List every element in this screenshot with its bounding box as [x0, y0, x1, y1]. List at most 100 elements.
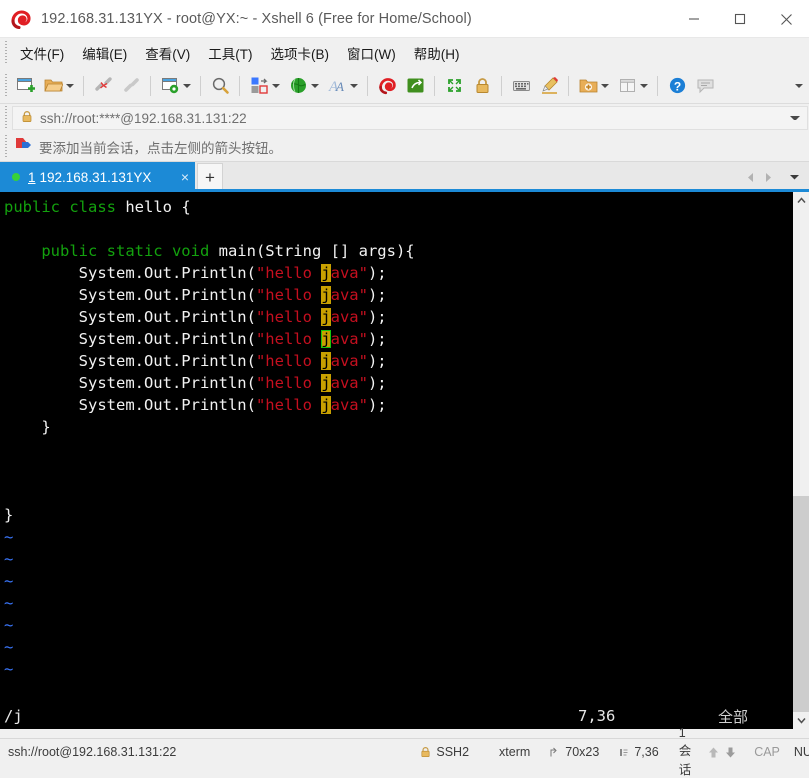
- terminal-text: public class: [4, 198, 126, 216]
- address-drag-grip[interactable]: [2, 106, 11, 130]
- lock-button[interactable]: [468, 73, 496, 99]
- toolbar-overflow-icon[interactable]: [793, 76, 805, 96]
- disconnect-button[interactable]: [89, 73, 117, 99]
- terminal-text: ~: [4, 660, 14, 678]
- find-button[interactable]: [206, 73, 234, 99]
- terminal-text: ava": [330, 286, 368, 304]
- status-caps-lock: CAP: [754, 745, 780, 759]
- scrollbar-thumb[interactable]: [793, 495, 809, 712]
- status-num-lock: NUM: [793, 745, 809, 759]
- status-sessions: 1 会话: [678, 726, 692, 777]
- help-button[interactable]: ?: [663, 73, 691, 99]
- comment-button[interactable]: [691, 73, 719, 99]
- lock-icon: [471, 75, 493, 97]
- address-input[interactable]: ssh://root:****@192.168.31.131:22: [12, 106, 808, 130]
- layout-caret-icon[interactable]: [638, 75, 649, 97]
- terminal-line: ~: [4, 526, 792, 548]
- terminal-text: ava": [330, 396, 368, 414]
- terminal-line: ~: [4, 636, 792, 658]
- session-properties-button[interactable]: [156, 73, 195, 99]
- close-button[interactable]: [763, 0, 809, 38]
- toolbar-drag-grip[interactable]: [2, 73, 11, 98]
- terminal-line: System.Out.Println("hello java");: [4, 328, 792, 350]
- menu-file[interactable]: 文件(F): [11, 39, 73, 67]
- keyboard-button[interactable]: [507, 73, 535, 99]
- open-session-caret-icon[interactable]: [64, 75, 75, 97]
- toolbar-separator: [434, 75, 435, 96]
- menu-tools[interactable]: 工具(T): [199, 39, 261, 67]
- transfer-file-caret-icon[interactable]: [270, 75, 281, 97]
- terminal-line: System.Out.Println("hello java");: [4, 306, 792, 328]
- scrollbar-up-button[interactable]: [793, 192, 809, 209]
- transfer-file-button[interactable]: [245, 73, 284, 99]
- chevron-left-icon[interactable]: [741, 167, 759, 187]
- maximize-button[interactable]: [717, 0, 763, 38]
- toolbar-separator: [501, 75, 502, 96]
- terminal-scrollbar[interactable]: [792, 192, 809, 729]
- menu-drag-grip[interactable]: [2, 41, 11, 65]
- layout-button[interactable]: [613, 73, 652, 99]
- xshell-logo-icon: [10, 8, 32, 30]
- menu-tabs[interactable]: 选项卡(B): [262, 39, 339, 67]
- terminal-text: "hello: [255, 308, 322, 326]
- menu-edit[interactable]: 编辑(E): [73, 39, 136, 67]
- xftp-button[interactable]: [401, 73, 429, 99]
- tab-list-chevron-down-icon[interactable]: [785, 167, 803, 187]
- status-size-label: 70x23: [565, 745, 600, 759]
- toolbar-separator: [367, 75, 368, 96]
- tab-close-icon[interactable]: ×: [167, 170, 189, 184]
- session-properties-caret-icon[interactable]: [181, 75, 192, 97]
- disconnect-icon: [92, 75, 114, 97]
- open-session-button[interactable]: [39, 73, 78, 99]
- xshell-button[interactable]: [373, 73, 401, 99]
- menu-view[interactable]: 查看(V): [136, 39, 199, 67]
- fullscreen-button[interactable]: [440, 73, 468, 99]
- terminal-screen[interactable]: public class hello { public static void …: [0, 192, 792, 729]
- terminal-text: );: [367, 374, 387, 392]
- reconnect-button[interactable]: [117, 73, 145, 99]
- notification-drag-grip[interactable]: [2, 134, 11, 159]
- cursor-icon: [619, 747, 630, 758]
- vim-cursor-position: 7,36: [578, 707, 616, 725]
- highlight-button[interactable]: [535, 73, 563, 99]
- terminal-text: "hello: [255, 330, 322, 348]
- layout-icon: [616, 75, 638, 97]
- terminal-line: ~: [4, 658, 792, 680]
- terminal-area: public class hello { public static void …: [0, 192, 809, 729]
- encoding-button[interactable]: [284, 73, 323, 99]
- new-session-button[interactable]: [11, 73, 39, 99]
- tab-bar: 1 192.168.31.131YX × +: [0, 162, 809, 192]
- minimize-button[interactable]: [671, 0, 717, 38]
- font-button[interactable]: A A: [323, 73, 362, 99]
- add-folder-icon: [577, 75, 599, 97]
- menu-window[interactable]: 窗口(W): [338, 39, 405, 67]
- title-bar: 192.168.31.131YX - root@YX:~ - Xshell 6 …: [0, 0, 809, 38]
- open-folder-icon: [42, 75, 64, 97]
- chevron-down-icon[interactable]: [790, 113, 800, 123]
- chevron-right-icon[interactable]: [759, 167, 777, 187]
- new-tab-button[interactable]: +: [197, 163, 223, 192]
- scrollbar-track[interactable]: [793, 209, 809, 712]
- font-caret-icon[interactable]: [348, 75, 359, 97]
- add-folder-caret-icon[interactable]: [599, 75, 610, 97]
- help-icon: ?: [666, 75, 688, 97]
- session-properties-icon: [159, 75, 181, 97]
- terminal-line: ~: [4, 592, 792, 614]
- add-session-arrow-icon[interactable]: [14, 137, 32, 156]
- terminal-text: );: [367, 286, 387, 304]
- encoding-caret-icon[interactable]: [309, 75, 320, 97]
- menu-help[interactable]: 帮助(H): [405, 39, 469, 67]
- terminal-text: "hello: [255, 374, 322, 392]
- terminal-text: "hello: [255, 396, 322, 414]
- arrow-up-icon: [707, 746, 720, 759]
- svg-text:A: A: [335, 79, 344, 94]
- address-bar: ssh://root:****@192.168.31.131:22: [0, 104, 809, 132]
- transfer-file-icon: [248, 75, 270, 97]
- window-controls: [671, 0, 809, 38]
- add-folder-button[interactable]: [574, 73, 613, 99]
- tab-label: 192.168.31.131YX: [39, 169, 152, 185]
- tab-session-1[interactable]: 1 192.168.31.131YX ×: [0, 162, 195, 192]
- terminal-line: }: [4, 416, 792, 438]
